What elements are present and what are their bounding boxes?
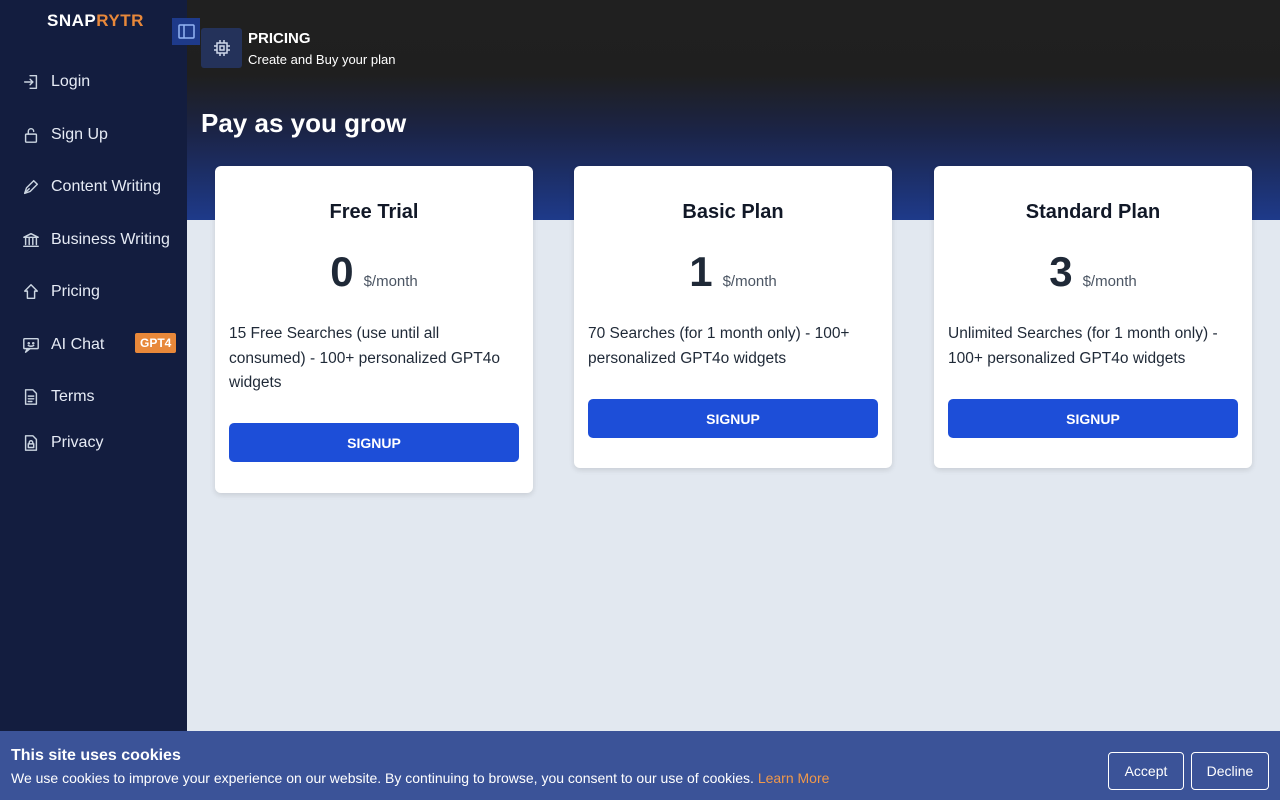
- tag-icon: [22, 282, 40, 302]
- plan-price: 0: [330, 248, 354, 295]
- sidebar-item-label: Login: [51, 73, 91, 90]
- pen-icon: [22, 177, 40, 197]
- bank-icon: [22, 230, 40, 250]
- price-unit: $/month: [722, 273, 777, 290]
- section-heading: Pay as you grow: [201, 108, 407, 138]
- plan-card-standard: Standard Plan 3 $/month Unlimited Search…: [934, 166, 1252, 468]
- chip-icon: [201, 28, 242, 68]
- sidebar-item-sign-up[interactable]: Sign Up: [22, 123, 108, 147]
- document-icon: [22, 387, 40, 407]
- sidebar-item-label: Pricing: [51, 283, 100, 300]
- plan-description: 15 Free Searches (use until all consumed…: [229, 325, 500, 391]
- sidebar-item-label: Privacy: [51, 434, 104, 451]
- signup-button[interactable]: SIGNUP: [229, 423, 519, 462]
- plan-name: Standard Plan: [1025, 201, 1161, 223]
- brand-logo-part1: SNAP: [47, 11, 97, 30]
- price-row: 0 $/month: [215, 248, 533, 296]
- signup-button[interactable]: SIGNUP: [948, 399, 1238, 438]
- login-icon: [22, 72, 40, 92]
- sidebar-item-privacy[interactable]: Privacy: [22, 431, 103, 455]
- sidebar-item-content-writing[interactable]: Content Writing: [22, 175, 161, 199]
- brand-logo-part2: RYTR: [96, 11, 144, 30]
- chat-icon: [22, 335, 40, 355]
- cookie-message: We use cookies to improve your experienc…: [11, 770, 754, 786]
- sidebar-item-pricing[interactable]: Pricing: [22, 280, 100, 304]
- sidebar-toggle-icon: [177, 24, 195, 39]
- unlock-icon: [22, 125, 40, 145]
- plan-card-basic: Basic Plan 1 $/month 70 Searches (for 1 …: [574, 166, 892, 468]
- plan-name: Basic Plan: [682, 201, 784, 223]
- accept-button[interactable]: Accept: [1108, 752, 1184, 790]
- page-subtitle: Create and Buy your plan: [248, 52, 396, 67]
- sidebar: SNAPRYTR Login Sign Up Content Writing B…: [0, 0, 187, 800]
- sidebar-item-label: Business Writing: [51, 231, 170, 248]
- cookie-title: This site uses cookies: [11, 747, 181, 764]
- sidebar-item-business-writing[interactable]: Business Writing: [22, 228, 170, 252]
- sidebar-item-label: Terms: [51, 388, 95, 405]
- signup-button[interactable]: SIGNUP: [588, 399, 878, 438]
- price-row: 1 $/month: [574, 248, 892, 296]
- plan-name: Free Trial: [329, 201, 419, 223]
- price-unit: $/month: [1082, 273, 1137, 290]
- price-row: 3 $/month: [934, 248, 1252, 296]
- gpt4-badge: GPT4: [135, 333, 177, 353]
- plan-description: Unlimited Searches (for 1 month only) - …: [948, 325, 1218, 367]
- sidebar-item-login[interactable]: Login: [22, 70, 90, 94]
- sidebar-item-terms[interactable]: Terms: [22, 385, 95, 409]
- plan-price: 3: [1049, 248, 1073, 295]
- decline-button[interactable]: Decline: [1191, 752, 1269, 790]
- plan-description: 70 Searches (for 1 month only) - 100+ pe…: [588, 325, 850, 367]
- learn-more-link[interactable]: Learn More: [758, 770, 830, 786]
- cookie-text: We use cookies to improve your experienc…: [11, 770, 829, 786]
- sidebar-item-label: AI Chat: [51, 336, 105, 353]
- page-title: PRICING: [248, 30, 311, 47]
- brand-logo[interactable]: SNAPRYTR: [47, 11, 144, 31]
- cookie-banner: This site uses cookies We use cookies to…: [0, 731, 1280, 800]
- sidebar-item-ai-chat[interactable]: AI Chat GPT4: [22, 333, 177, 357]
- document-lock-icon: [22, 433, 40, 453]
- plan-card-free-trial: Free Trial 0 $/month 15 Free Searches (u…: [215, 166, 533, 493]
- sidebar-toggle-button[interactable]: [172, 18, 200, 45]
- sidebar-item-label: Content Writing: [51, 178, 161, 195]
- price-unit: $/month: [363, 273, 418, 290]
- sidebar-item-label: Sign Up: [51, 126, 108, 143]
- plan-price: 1: [689, 248, 713, 295]
